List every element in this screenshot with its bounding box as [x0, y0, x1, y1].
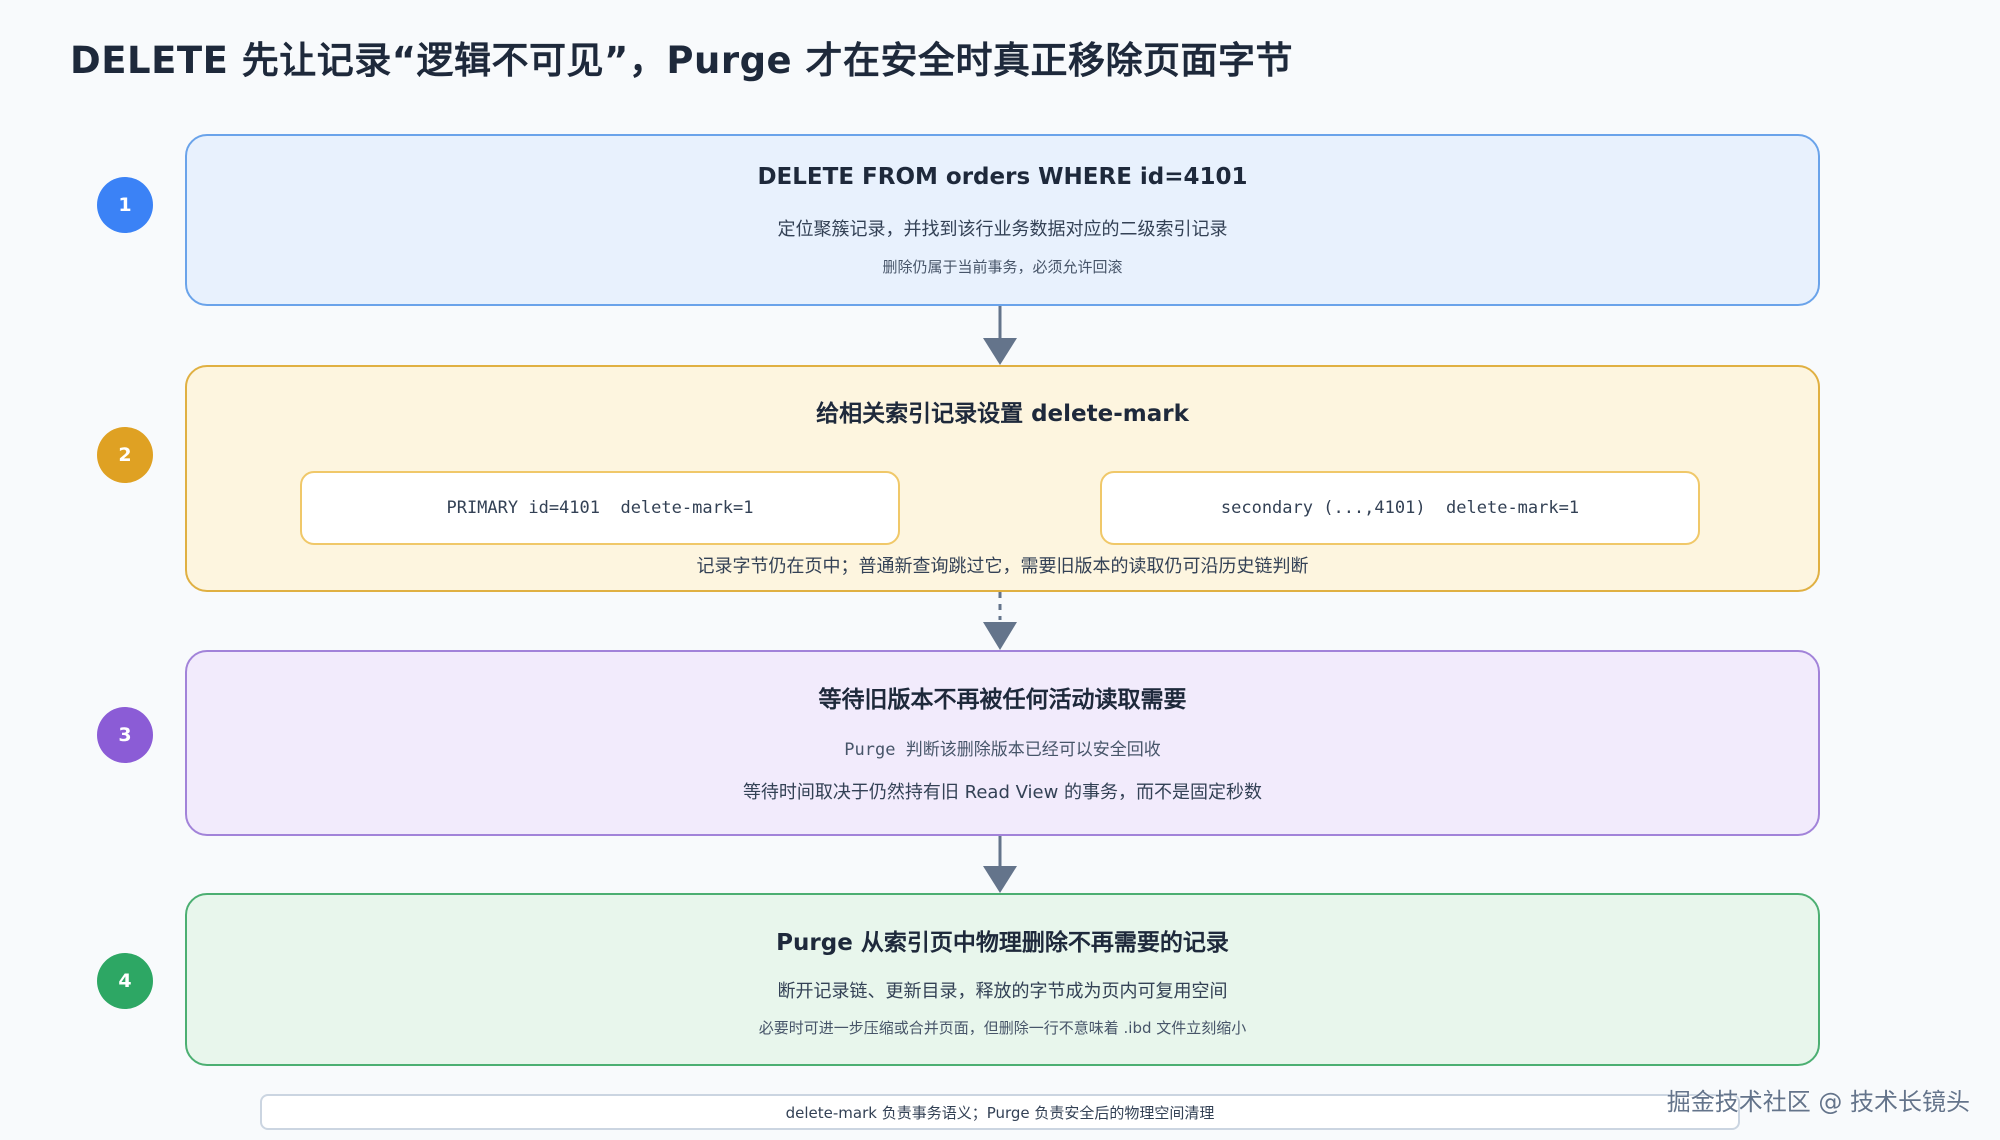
step-4-description: 断开记录链、更新目录，释放的字节成为页内可复用空间	[777, 981, 1228, 1002]
watermark: 掘金技术社区 @ 技术长镜头	[1666, 1088, 1970, 1116]
step-4-badge: 4	[97, 953, 153, 1009]
step-1-badge: 1	[97, 177, 153, 233]
step-1-note: 删除仍属于当前事务，必须允许回滚	[882, 258, 1123, 276]
step-2-heading: 给相关索引记录设置 delete-mark	[816, 401, 1189, 427]
arrow-3-to-4	[983, 836, 1017, 893]
step-2-badge: 2	[97, 427, 153, 483]
step-3-description: Purge 判断该删除版本已经可以安全回收	[844, 740, 1161, 760]
step-3-badge: 3	[97, 707, 153, 763]
step-2-box: 给相关索引记录设置 delete-mark PRIMARY id=4101 de…	[185, 365, 1820, 592]
step-4-note: 必要时可进一步压缩或合并页面，但删除一行不意味着 .ibd 文件立刻缩小	[758, 1019, 1247, 1037]
step-2-note: 记录字节仍在页中；普通新查询跳过它，需要旧版本的读取仍可沿历史链判断	[696, 556, 1309, 577]
arrow-2-to-3	[983, 592, 1017, 650]
primary-record-card: PRIMARY id=4101 delete-mark=1	[300, 471, 900, 545]
step-3-heading: 等待旧版本不再被任何活动读取需要	[818, 687, 1187, 713]
step-3-box: 等待旧版本不再被任何活动读取需要 Purge 判断该删除版本已经可以安全回收 等…	[185, 650, 1820, 836]
step-1-heading: DELETE FROM orders WHERE id=4101	[757, 164, 1248, 190]
secondary-record-card: secondary (...,4101) delete-mark=1	[1100, 471, 1700, 545]
step-3-note: 等待时间取决于仍然持有旧 Read View 的事务，而不是固定秒数	[742, 782, 1263, 803]
step-1-box: DELETE FROM orders WHERE id=4101 定位聚簇记录，…	[185, 134, 1820, 306]
step-1-description: 定位聚簇记录，并找到该行业务数据对应的二级索引记录	[777, 219, 1228, 240]
arrow-1-to-2	[983, 306, 1017, 365]
step-4-box: Purge 从索引页中物理删除不再需要的记录 断开记录链、更新目录，释放的字节成…	[185, 893, 1820, 1066]
summary-footer: delete-mark 负责事务语义；Purge 负责安全后的物理空间清理	[260, 1094, 1740, 1130]
step-4-heading: Purge 从索引页中物理删除不再需要的记录	[776, 930, 1229, 956]
